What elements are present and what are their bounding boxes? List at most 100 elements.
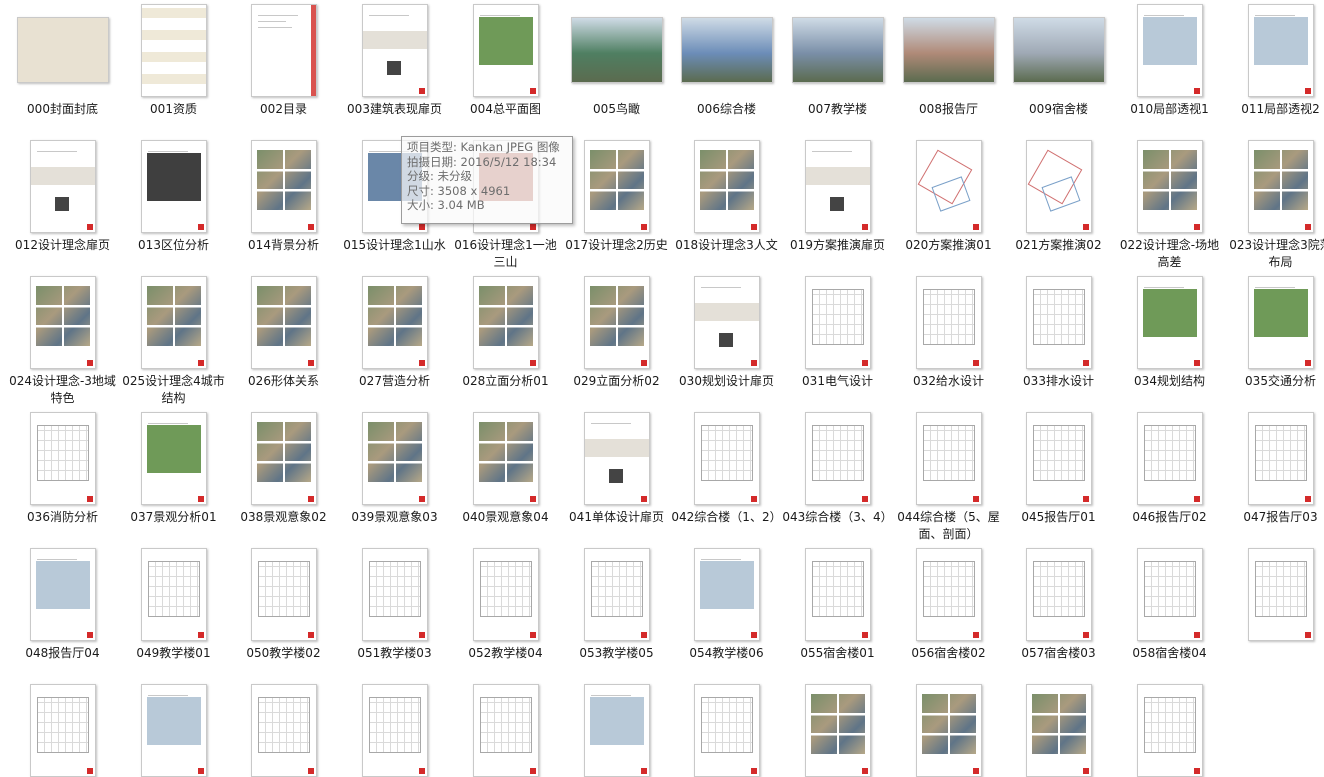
page-preview — [29, 547, 96, 641]
file-thumbnail[interactable] — [450, 411, 561, 505]
file-thumbnail[interactable] — [228, 411, 339, 505]
file-thumbnail[interactable] — [561, 547, 672, 641]
file-name-label: 029立面分析02 — [573, 374, 660, 388]
file-thumbnail[interactable] — [561, 411, 672, 505]
page-preview — [29, 139, 96, 233]
tooltip-rating: 分级: 未分级 — [407, 169, 473, 184]
file-thumbnail[interactable] — [782, 275, 893, 369]
file-thumbnail[interactable] — [228, 139, 339, 233]
file-thumbnail[interactable] — [1003, 3, 1114, 97]
page-preview — [1247, 275, 1314, 369]
file-thumbnail[interactable] — [228, 683, 339, 777]
file-thumbnail[interactable] — [450, 3, 561, 97]
file-thumbnail[interactable] — [1114, 275, 1225, 369]
file-name-label: 001资质 — [150, 102, 197, 116]
page-preview — [472, 275, 539, 369]
tooltip-size: 大小: 3.04 MB — [407, 198, 485, 213]
page-preview — [361, 547, 428, 641]
file-thumbnail[interactable] — [1225, 275, 1324, 369]
file-thumbnail[interactable] — [1225, 3, 1324, 97]
file-thumbnail[interactable] — [339, 411, 450, 505]
file-thumbnail[interactable] — [1225, 411, 1324, 505]
file-thumbnail[interactable] — [118, 683, 229, 777]
file-name-label: 049教学楼01 — [136, 646, 211, 660]
file-thumbnail[interactable] — [7, 275, 118, 369]
file-thumbnail[interactable] — [118, 3, 229, 97]
file-thumbnail[interactable] — [339, 3, 450, 97]
file-thumbnail[interactable] — [228, 3, 339, 97]
file-thumbnail[interactable] — [1225, 547, 1324, 641]
file-thumbnail[interactable] — [1003, 411, 1114, 505]
page-preview — [361, 683, 428, 777]
file-thumbnail[interactable] — [1003, 139, 1114, 233]
file-thumbnail[interactable] — [1003, 683, 1114, 777]
file-thumbnail[interactable] — [561, 139, 672, 233]
file-thumbnail[interactable] — [1114, 411, 1225, 505]
file-thumbnail[interactable] — [1114, 3, 1225, 97]
file-thumbnail[interactable] — [1114, 683, 1225, 777]
page-preview — [915, 139, 982, 233]
file-thumbnail[interactable] — [1225, 139, 1324, 233]
file-thumbnail[interactable] — [893, 547, 1004, 641]
file-thumbnail[interactable] — [7, 411, 118, 505]
file-thumbnail[interactable] — [339, 275, 450, 369]
file-name-label: 028立面分析01 — [462, 374, 549, 388]
file-thumbnail[interactable] — [118, 139, 229, 233]
file-thumbnail[interactable] — [893, 3, 1004, 97]
file-name-label: 007教学楼 — [808, 102, 867, 116]
file-thumbnail[interactable] — [450, 275, 561, 369]
file-thumbnail[interactable] — [1003, 275, 1114, 369]
page-preview — [693, 411, 760, 505]
page-preview — [1136, 683, 1203, 777]
file-thumbnail[interactable] — [782, 547, 893, 641]
file-thumbnail[interactable] — [671, 411, 782, 505]
file-thumbnail[interactable] — [671, 547, 782, 641]
page-preview — [693, 683, 760, 777]
file-thumbnail[interactable] — [7, 547, 118, 641]
file-name-label: 006综合楼 — [697, 102, 756, 116]
page-preview — [1136, 139, 1203, 233]
file-thumbnail[interactable] — [893, 275, 1004, 369]
file-name-label: 005鸟瞰 — [593, 102, 640, 116]
page-preview — [915, 275, 982, 369]
file-thumbnail[interactable] — [893, 683, 1004, 777]
page-preview — [140, 411, 207, 505]
file-name-label: 015设计理念1山水 — [343, 238, 446, 252]
file-thumbnail[interactable] — [1114, 547, 1225, 641]
file-name-label: 040景观意象04 — [462, 510, 549, 524]
file-thumbnail[interactable] — [893, 411, 1004, 505]
file-thumbnail[interactable] — [339, 683, 450, 777]
file-name-label: 045报告厅01 — [1021, 510, 1096, 524]
file-thumbnail[interactable] — [671, 683, 782, 777]
file-thumbnail[interactable] — [671, 275, 782, 369]
file-thumbnail[interactable] — [782, 139, 893, 233]
page-preview — [1025, 411, 1092, 505]
file-thumbnail[interactable] — [782, 3, 893, 97]
file-thumbnail[interactable] — [118, 547, 229, 641]
page-preview — [361, 275, 428, 369]
page-preview — [1025, 275, 1092, 369]
file-thumbnail[interactable] — [561, 275, 672, 369]
file-thumbnail[interactable] — [1003, 547, 1114, 641]
file-thumbnail[interactable] — [782, 683, 893, 777]
file-thumbnail[interactable] — [782, 411, 893, 505]
file-name-label: 012设计理念扉页 — [15, 238, 110, 252]
file-thumbnail[interactable] — [118, 275, 229, 369]
file-thumbnail[interactable] — [893, 139, 1004, 233]
file-thumbnail[interactable] — [7, 683, 118, 777]
file-thumbnail[interactable] — [7, 139, 118, 233]
page-preview — [1025, 683, 1092, 777]
file-thumbnail[interactable] — [450, 683, 561, 777]
file-thumbnail[interactable] — [339, 547, 450, 641]
file-thumbnail[interactable] — [450, 547, 561, 641]
file-thumbnail[interactable] — [228, 275, 339, 369]
file-thumbnail[interactable] — [561, 683, 672, 777]
file-thumbnail[interactable] — [671, 139, 782, 233]
file-thumbnail[interactable] — [228, 547, 339, 641]
file-thumbnail[interactable] — [1114, 139, 1225, 233]
file-thumbnail[interactable] — [118, 411, 229, 505]
file-thumbnail[interactable] — [671, 3, 782, 97]
file-thumbnail[interactable] — [561, 3, 672, 97]
page-preview — [1136, 547, 1203, 641]
file-thumbnail[interactable] — [7, 3, 118, 97]
